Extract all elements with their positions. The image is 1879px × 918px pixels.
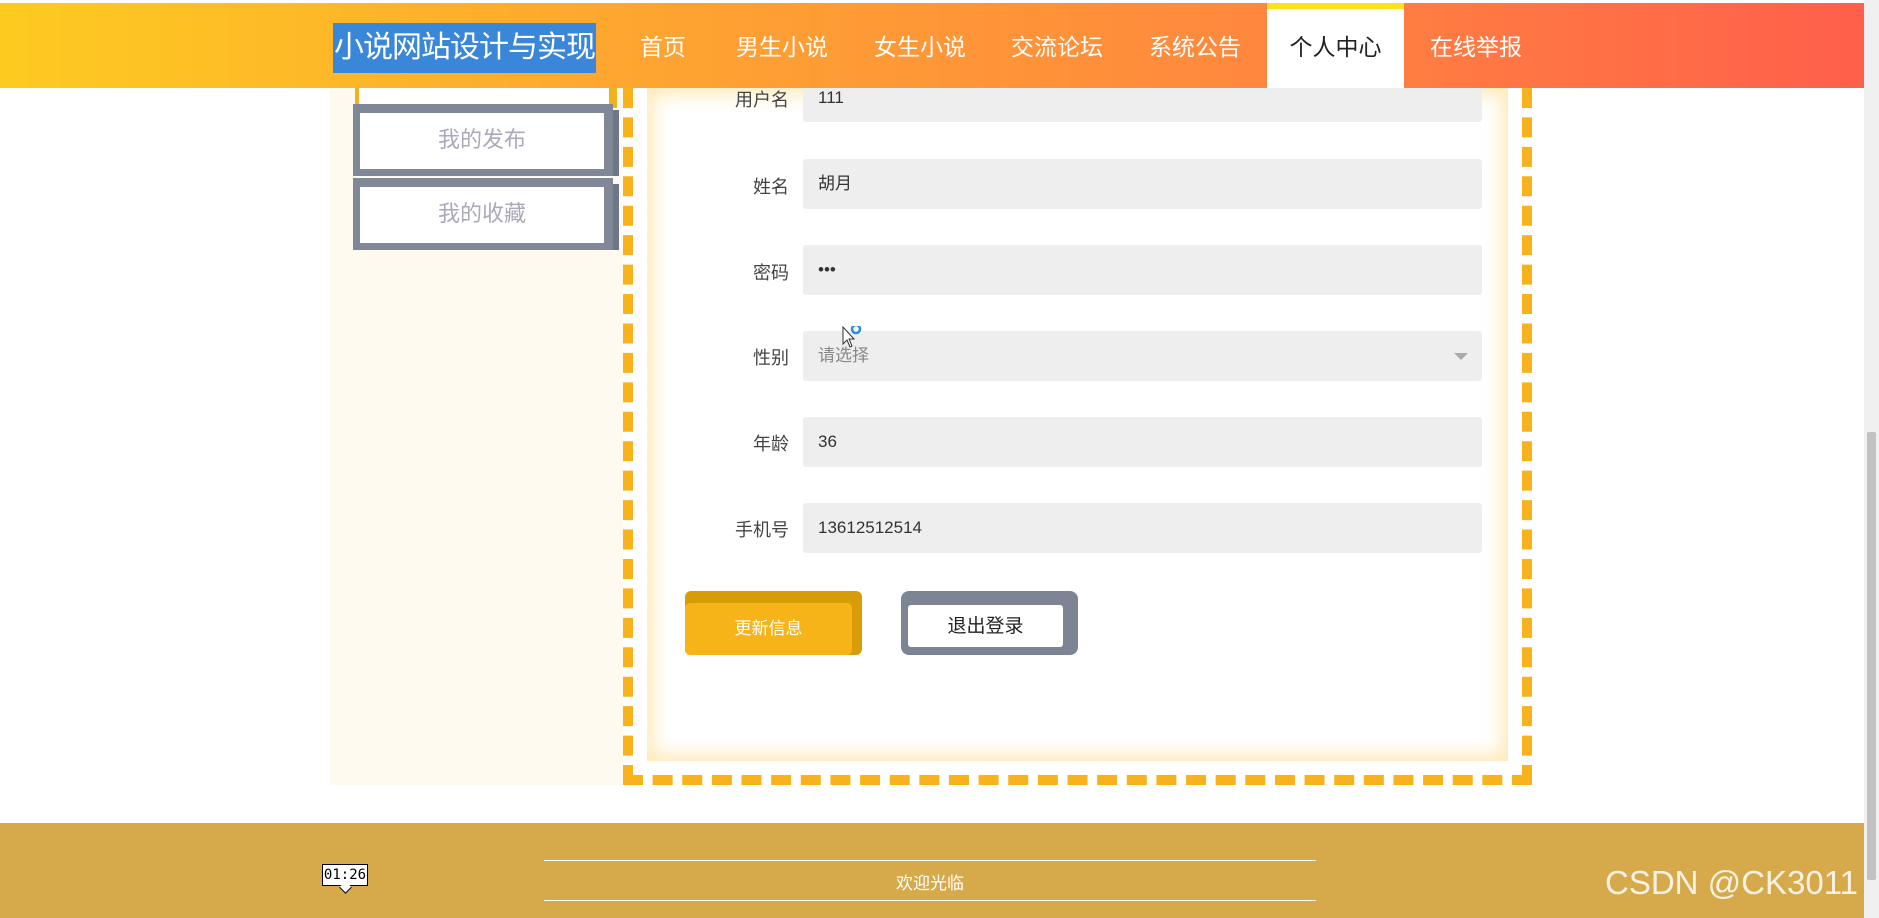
phone-label: 手机号: [735, 520, 789, 541]
update-info-button[interactable]: 更新信息: [685, 591, 862, 655]
watermark: CSDN @CK3011: [1605, 864, 1858, 901]
age-field[interactable]: 36: [803, 417, 1482, 467]
footer-welcome: 欢迎光临: [896, 874, 964, 894]
page-scrollbar[interactable]: [1864, 0, 1879, 918]
gender-label: 性别: [753, 348, 789, 369]
nav-forum[interactable]: 交流论坛: [1002, 3, 1112, 88]
name-label: 姓名: [753, 177, 789, 198]
nav-online-report[interactable]: 在线举报: [1421, 3, 1531, 88]
footer-divider-top: [544, 860, 1316, 861]
nav-personal-center[interactable]: 个人中心: [1267, 3, 1404, 88]
logout-button[interactable]: 退出登录: [901, 591, 1078, 655]
name-field[interactable]: 胡月: [803, 159, 1482, 209]
nav-home[interactable]: 首页: [626, 3, 700, 88]
top-navbar: 小说网站设计与实现 首页 男生小说 女生小说 交流论坛 系统公告 个人中心 在线…: [0, 3, 1864, 88]
footer-divider-bottom: [544, 900, 1316, 901]
sidebar-item-my-favorites[interactable]: 我的收藏: [353, 178, 619, 250]
gender-select[interactable]: 请选择: [803, 331, 1482, 381]
scrollbar-thumb[interactable]: [1867, 432, 1876, 880]
chevron-down-icon: [1454, 353, 1468, 360]
update-info-label: 更新信息: [685, 603, 852, 655]
age-label: 年龄: [753, 434, 789, 455]
logout-label: 退出登录: [908, 605, 1063, 647]
password-label: 密码: [753, 263, 789, 284]
phone-field[interactable]: 13612512514: [803, 503, 1482, 553]
sidebar-item-my-posts[interactable]: 我的发布: [353, 104, 619, 176]
sidebar-item-label: 我的发布: [360, 113, 604, 169]
password-field[interactable]: •••: [803, 245, 1482, 295]
nav-male-novels[interactable]: 男生小说: [727, 3, 837, 88]
mouse-cursor-icon: [842, 326, 862, 348]
recording-timer: 01:26: [322, 864, 368, 886]
nav-announcements[interactable]: 系统公告: [1140, 3, 1250, 88]
username-label: 用户名: [735, 90, 789, 111]
sidebar-item-label: 我的收藏: [360, 187, 604, 243]
site-title[interactable]: 小说网站设计与实现: [333, 23, 596, 73]
page: 小说网站设计与实现 首页 男生小说 女生小说 交流论坛 系统公告 个人中心 在线…: [0, 0, 1879, 918]
nav-female-novels[interactable]: 女生小说: [865, 3, 975, 88]
